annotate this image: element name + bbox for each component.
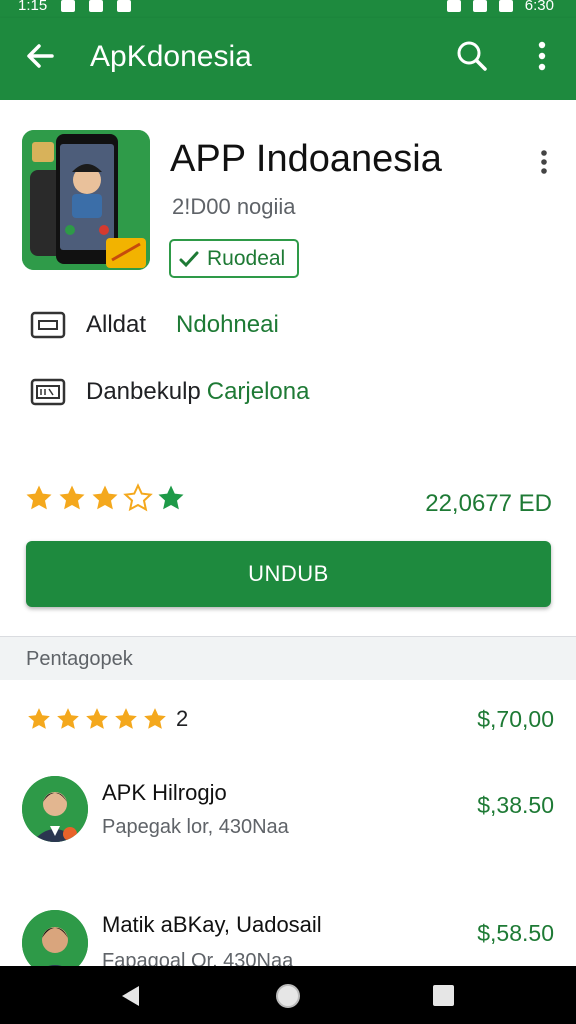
badge-label: Ruodeal	[207, 246, 286, 270]
rating-count: 2	[176, 706, 189, 731]
star-icon	[28, 708, 50, 729]
star-icon	[115, 708, 137, 729]
notification-icon	[89, 0, 104, 12]
download-button[interactable]: UNDUB	[26, 541, 551, 607]
system-nav-bar	[0, 966, 576, 1024]
more-vert-icon[interactable]	[532, 144, 556, 180]
more-vert-icon[interactable]	[528, 38, 556, 74]
app-detail-card: APP Indoanesia 2!D00 nogiia Ruodeal Alld…	[0, 100, 576, 632]
item-price: $,58.50	[477, 920, 554, 946]
nav-recents-icon[interactable]	[433, 985, 454, 1006]
info-row-category: Alldat Ndohneai	[30, 310, 279, 340]
notification-icon	[117, 0, 132, 12]
app-icon[interactable]	[22, 130, 150, 270]
star-icon	[59, 485, 85, 510]
app-subtitle: 2!D00 nogiia	[172, 194, 296, 219]
info-label: Danbekulp	[86, 378, 201, 405]
info-value[interactable]: Ndohneai	[176, 311, 279, 339]
avatar	[22, 776, 88, 842]
star-half-icon	[123, 483, 153, 512]
info-label: Alldat	[86, 311, 147, 338]
section-header: Pentagopek	[0, 636, 576, 680]
review-name: APK Hilrogjo	[102, 780, 227, 805]
wifi-icon	[446, 0, 461, 12]
status-badge: Ruodeal	[169, 239, 299, 278]
rating-summary: 2	[26, 706, 188, 732]
arrow-back-icon[interactable]	[22, 38, 58, 74]
summary-price: $,70,00	[477, 706, 554, 732]
star-icon	[26, 485, 52, 510]
star-icon	[86, 708, 108, 729]
status-bar: 1:15 6:30	[0, 0, 576, 18]
app-bar-title: ApKdonesia	[90, 40, 252, 73]
check-icon	[179, 251, 199, 267]
nav-home-icon[interactable]	[276, 984, 300, 1008]
card-icon	[30, 378, 66, 406]
review-name: Matik aBKay, Uadosail	[102, 912, 322, 937]
search-icon[interactable]	[454, 38, 490, 74]
star-icon	[57, 708, 79, 729]
rating-stars	[24, 483, 186, 513]
window-icon	[30, 311, 66, 339]
battery-icon	[498, 0, 513, 12]
status-time: 1:15	[18, 0, 48, 14]
info-value[interactable]: Carjelona	[207, 378, 310, 406]
signal-icon	[472, 0, 487, 12]
star-icon	[92, 485, 118, 510]
app-bar: ApKdonesia	[0, 18, 576, 100]
review-subtitle: Papegak lor, 430Naa	[102, 816, 289, 838]
status-clock: 6:30	[524, 0, 554, 14]
app-price: 22,0677 ED	[425, 490, 552, 517]
notification-icon	[61, 0, 76, 12]
app-name: APP Indoanesia	[170, 138, 442, 180]
star-icon	[158, 485, 184, 510]
star-icon	[144, 708, 166, 729]
nav-back-icon[interactable]	[119, 984, 141, 1008]
info-row-developer: Danbekulp Carjelona	[30, 377, 309, 407]
item-price: $,38.50	[477, 792, 554, 818]
